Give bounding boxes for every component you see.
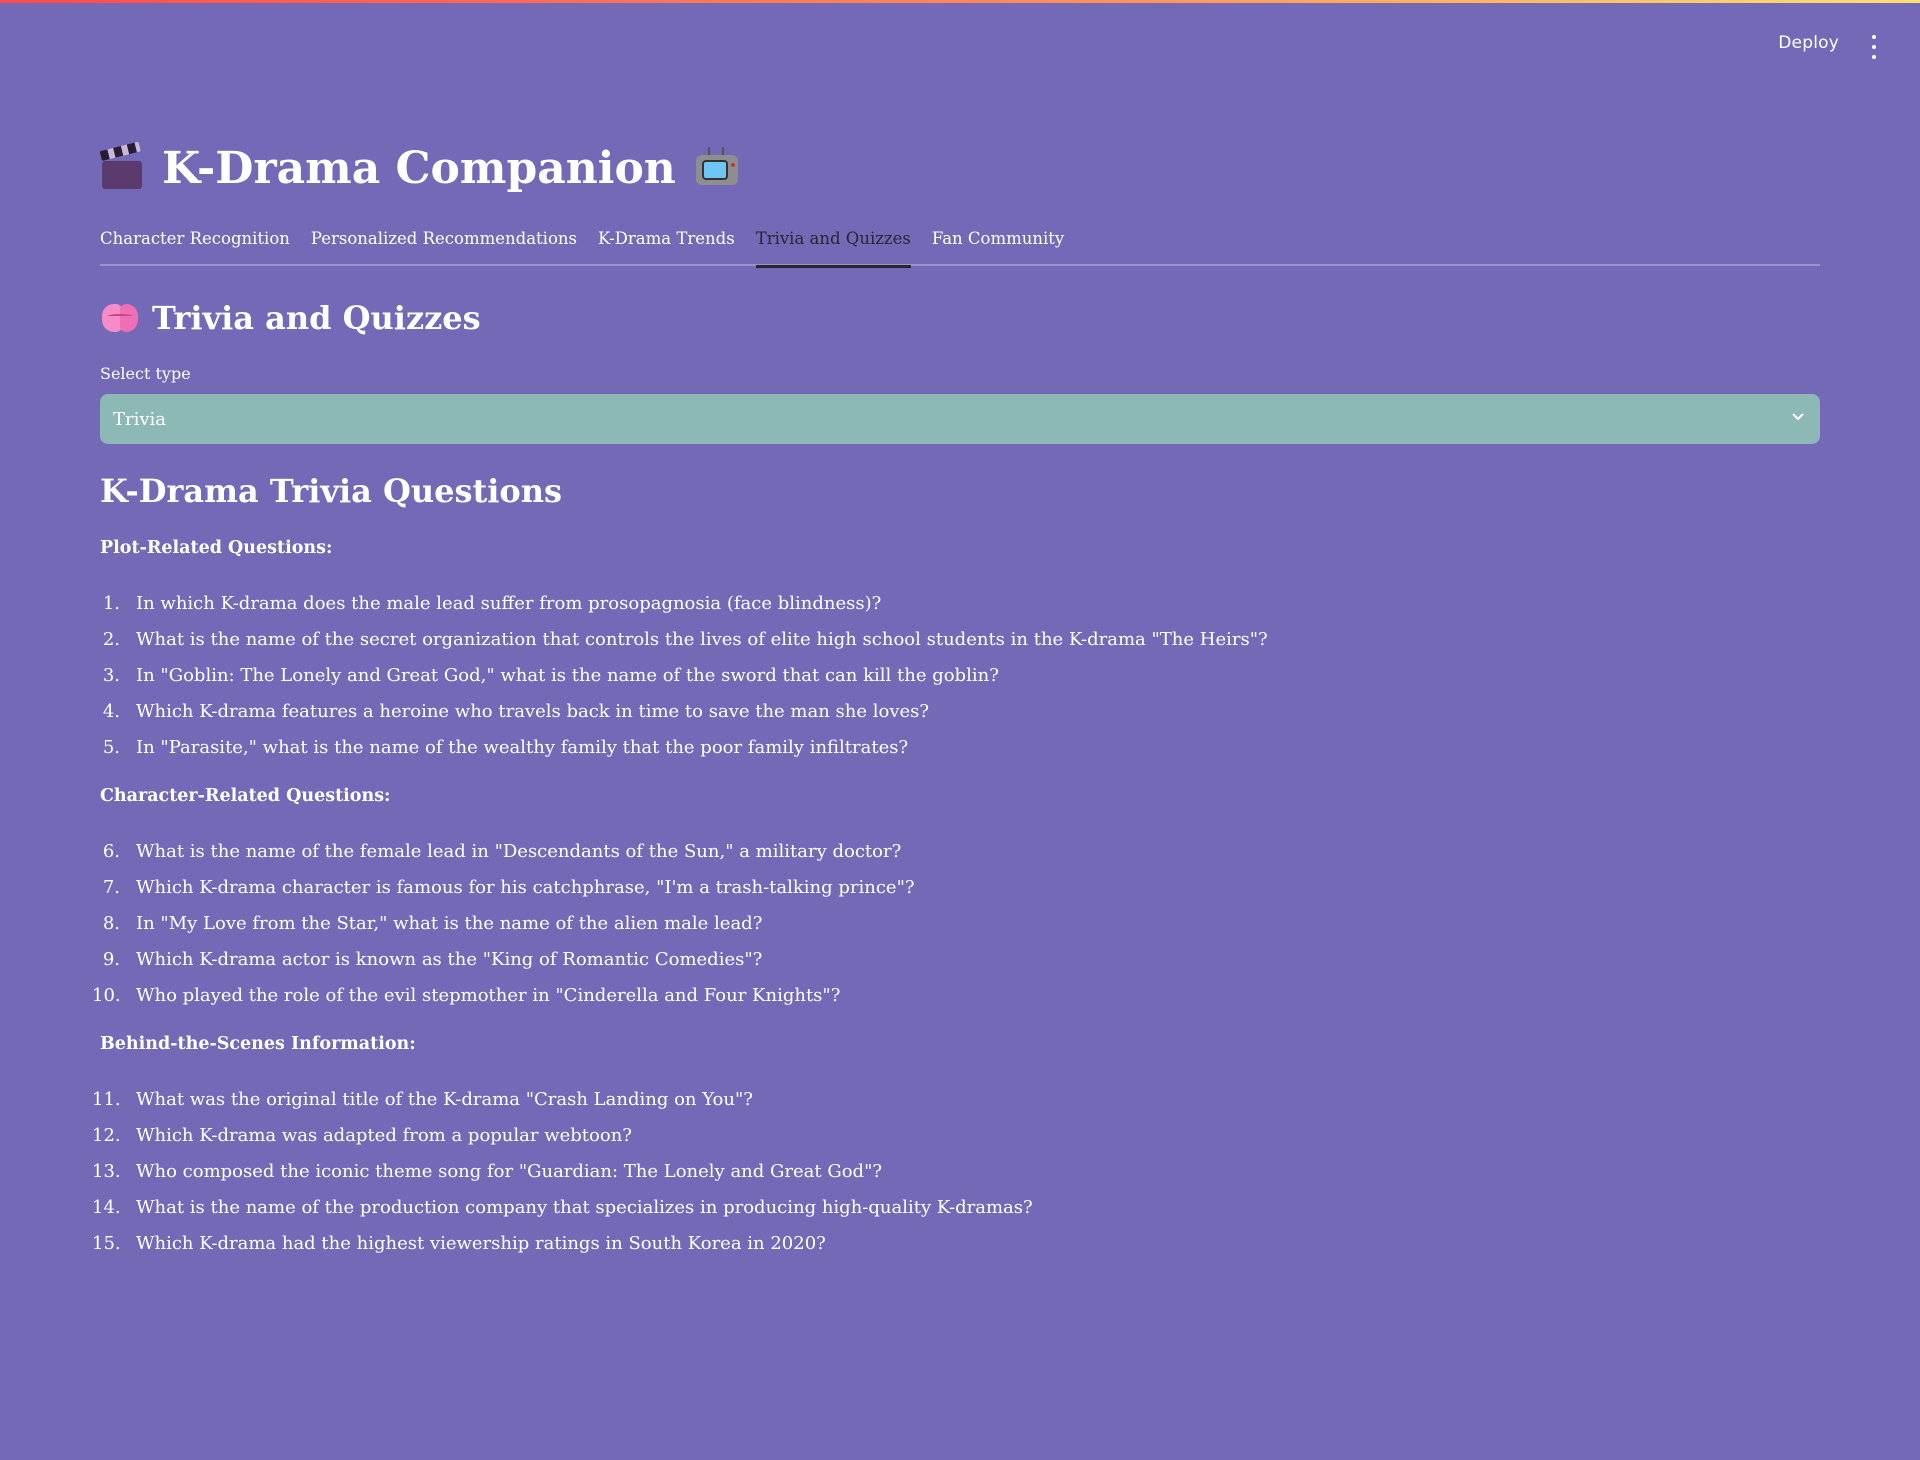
television-icon bbox=[694, 147, 740, 189]
list-item: 4. Which K-drama features a heroine who t… bbox=[100, 694, 1268, 730]
question-number: 9. bbox=[102, 949, 120, 970]
select-type-label: Select type bbox=[100, 364, 191, 383]
question-text: In which K-drama does the male lead suff… bbox=[136, 593, 882, 614]
tab-bar: Character Recognition Personalized Recom… bbox=[100, 226, 1820, 268]
question-text: In "My Love from the Star," what is the … bbox=[136, 913, 763, 934]
question-number: 6. bbox=[102, 841, 120, 862]
question-text: Which K-drama was adapted from a popular… bbox=[136, 1125, 632, 1146]
question-number: 15. bbox=[92, 1233, 121, 1254]
question-number: 2. bbox=[102, 629, 120, 650]
question-number: 14. bbox=[92, 1197, 121, 1218]
question-list-character: 6. What is the name of the female lead in… bbox=[92, 834, 915, 1014]
question-text: Who played the role of the evil stepmoth… bbox=[136, 985, 841, 1006]
app-header: Deploy bbox=[0, 3, 1920, 87]
question-number: 12. bbox=[92, 1125, 121, 1146]
group-heading-plot: Plot-Related Questions: bbox=[100, 538, 333, 558]
list-item: 14. What is the name of the production co… bbox=[92, 1190, 1033, 1226]
question-number: 11. bbox=[92, 1089, 121, 1110]
tab-kdrama-trends[interactable]: K-Drama Trends bbox=[598, 226, 735, 266]
list-item: 10. Who played the role of the evil stepm… bbox=[92, 978, 915, 1014]
page-title: K-Drama Companion bbox=[99, 138, 740, 198]
tab-fan-community[interactable]: Fan Community bbox=[932, 226, 1064, 266]
list-item: 12. Which K-drama was adapted from a popu… bbox=[92, 1118, 1033, 1154]
question-text: What is the name of the female lead in "… bbox=[136, 841, 902, 862]
question-number: 5. bbox=[102, 737, 120, 758]
list-item: 9. Which K-drama actor is known as the "K… bbox=[100, 942, 915, 978]
section-title: Trivia and Quizzes bbox=[100, 296, 481, 340]
question-text: What is the name of the production compa… bbox=[136, 1197, 1033, 1218]
tab-personalized-recommendations[interactable]: Personalized Recommendations bbox=[311, 226, 577, 266]
question-list-plot: 1. In which K-drama does the male lead su… bbox=[100, 586, 1268, 766]
question-text: Who composed the iconic theme song for "… bbox=[136, 1161, 883, 1182]
section-title-text: Trivia and Quizzes bbox=[152, 299, 481, 337]
question-number: 3. bbox=[102, 665, 120, 686]
type-select[interactable]: Trivia bbox=[100, 394, 1820, 444]
list-item: 15. Which K-drama had the highest viewers… bbox=[92, 1226, 1033, 1262]
list-item: 5. In "Parasite," what is the name of the… bbox=[100, 730, 1268, 766]
list-item: 6. What is the name of the female lead in… bbox=[100, 834, 915, 870]
list-item: 3. In "Goblin: The Lonely and Great God,"… bbox=[100, 658, 1268, 694]
list-item: 11. What was the original title of the K-… bbox=[92, 1082, 1033, 1118]
question-text: In "Parasite," what is the name of the w… bbox=[136, 737, 909, 758]
question-text: Which K-drama had the highest viewership… bbox=[136, 1233, 826, 1254]
question-number: 8. bbox=[102, 913, 120, 934]
brain-icon bbox=[100, 300, 140, 336]
question-number: 7. bbox=[102, 877, 120, 898]
clapper-board-icon bbox=[99, 141, 144, 189]
question-text: What was the original title of the K-dra… bbox=[136, 1089, 753, 1110]
list-item: 8. In "My Love from the Star," what is th… bbox=[100, 906, 915, 942]
page-title-text: K-Drama Companion bbox=[162, 142, 676, 194]
tab-trivia-and-quizzes[interactable]: Trivia and Quizzes bbox=[755, 226, 912, 268]
question-list-behind-the-scenes: 11. What was the original title of the K-… bbox=[92, 1082, 1033, 1262]
question-text: Which K-drama actor is known as the "Kin… bbox=[136, 949, 763, 970]
chevron-down-icon bbox=[1792, 413, 1804, 420]
question-text: In "Goblin: The Lonely and Great God," w… bbox=[136, 665, 999, 686]
type-select-value: Trivia bbox=[113, 408, 167, 430]
question-text: Which K-drama character is famous for hi… bbox=[136, 877, 915, 898]
question-text: What is the name of the secret organizat… bbox=[136, 629, 1268, 650]
question-number: 10. bbox=[92, 985, 121, 1006]
list-item: 1. In which K-drama does the male lead su… bbox=[100, 586, 1268, 622]
more-vertical-icon[interactable] bbox=[1868, 35, 1880, 59]
deploy-button[interactable]: Deploy bbox=[1778, 33, 1839, 53]
group-heading-behind-the-scenes: Behind-the-Scenes Information: bbox=[100, 1034, 416, 1054]
question-text: Which K-drama features a heroine who tra… bbox=[136, 701, 930, 722]
trivia-heading: K-Drama Trivia Questions bbox=[100, 472, 563, 510]
list-item: 7. Which K-drama character is famous for … bbox=[100, 870, 915, 906]
tab-character-recognition[interactable]: Character Recognition bbox=[100, 226, 290, 266]
group-heading-character: Character-Related Questions: bbox=[100, 786, 391, 806]
list-item: 13. Who composed the iconic theme song fo… bbox=[92, 1154, 1033, 1190]
question-number: 13. bbox=[92, 1161, 121, 1182]
list-item: 2. What is the name of the secret organiz… bbox=[100, 622, 1268, 658]
question-number: 4. bbox=[102, 701, 120, 722]
question-number: 1. bbox=[102, 593, 120, 614]
